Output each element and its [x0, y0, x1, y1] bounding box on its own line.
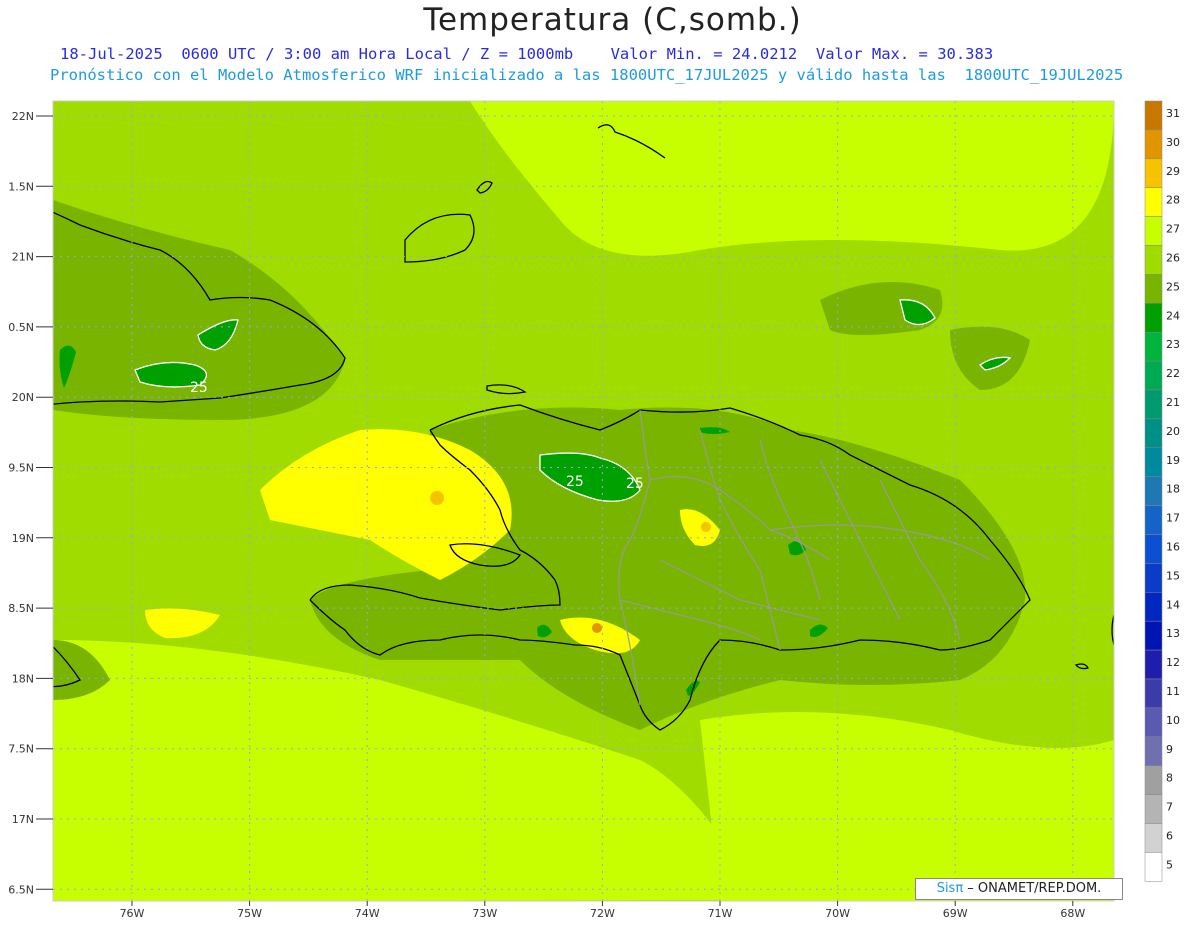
colorbar-label: 9 [1166, 743, 1173, 756]
temperature-field: 25 25 25 [53, 101, 1114, 901]
colorbar-swatch [1144, 620, 1163, 651]
lat-label: 19N [12, 532, 34, 545]
colorbar-label: 25 [1166, 280, 1180, 293]
colorbar-swatch [1144, 707, 1163, 738]
colorbar-label: 22 [1166, 367, 1180, 380]
colorbar-label: 7 [1166, 801, 1173, 814]
colorbar-swatch [1144, 563, 1163, 593]
contour-label-2: 25 [566, 474, 584, 490]
colorbar-label: 31 [1166, 107, 1180, 120]
lon-label: 76W [120, 907, 145, 920]
lon-label: 72W [590, 907, 615, 920]
colorbar-label: 23 [1166, 338, 1180, 351]
lat-label: 17N [12, 813, 34, 826]
colorbar-swatch [1144, 274, 1163, 304]
lat-label: 6.5N [8, 883, 34, 896]
colorbar-label: 5 [1166, 858, 1173, 871]
colorbar-label: 15 [1166, 569, 1180, 582]
lon-label: 75W [237, 907, 262, 920]
orange-spot-2 [592, 623, 602, 633]
colorbar-label: 12 [1166, 656, 1180, 669]
colorbar-label: 13 [1166, 627, 1180, 640]
lat-label: 7.5N [8, 743, 34, 756]
colorbar-swatch [1144, 360, 1163, 391]
colorbar-swatch [1144, 736, 1163, 766]
colorbar-label: 6 [1166, 830, 1173, 843]
colorbar-label: 10 [1166, 714, 1180, 727]
credit-box: Sisπ – ONAMET/REP.DOM. [915, 878, 1123, 900]
lat-label: 21N [12, 251, 34, 264]
colorbar-label: 29 [1166, 165, 1180, 178]
colorbar-swatch [1144, 100, 1163, 131]
colorbar-swatch [1144, 678, 1163, 709]
colorbar-swatch [1144, 129, 1163, 160]
colorbar-label: 28 [1166, 194, 1180, 207]
colorbar-swatch [1144, 158, 1163, 188]
colorbar-label: 16 [1166, 541, 1180, 554]
lon-label: 74W [355, 907, 380, 920]
lat-label: 18N [12, 672, 34, 685]
lat-label: 8.5N [8, 602, 34, 615]
longitude-labels: 76W 75W 74W 73W 72W 71W 70W 69W 68W [120, 901, 1085, 920]
colorbar-swatch [1144, 187, 1163, 217]
colorbar: 31 30 29 28 27 26 25 24 23 22 21 20 19 18 17 16 15 14 13 12… [1144, 100, 1180, 882]
colorbar-label: 30 [1166, 136, 1180, 149]
colorbar-swatch [1144, 476, 1163, 506]
colorbar-swatch [1144, 245, 1163, 275]
colorbar-label: 24 [1166, 309, 1180, 322]
colorbar-swatch [1144, 418, 1163, 449]
colorbar-swatch [1144, 331, 1163, 362]
colorbar-label: 26 [1166, 252, 1180, 265]
contour-label-3: 25 [626, 476, 644, 492]
credit-logo: Sisπ [936, 881, 964, 896]
lat-label: 22N [12, 110, 34, 123]
lat-label: 1.5N [8, 180, 34, 193]
lon-label: 73W [472, 907, 497, 920]
colorbar-swatch [1144, 794, 1163, 824]
colorbar-swatch [1144, 534, 1163, 564]
colorbar-swatch [1144, 505, 1163, 535]
colorbar-label: 18 [1166, 483, 1180, 496]
orange-spot-1 [430, 491, 444, 505]
colorbar-swatch [1144, 216, 1163, 246]
colorbar-swatch [1144, 303, 1163, 333]
colorbar-label: 14 [1166, 598, 1180, 611]
credit-text: – ONAMET/REP.DOM. [963, 881, 1102, 896]
colorbar-swatch [1144, 823, 1163, 853]
lon-label: 70W [825, 907, 850, 920]
latitude-labels: 22N 1.5N 21N 0.5N 20N 9.5N 19N 8.5N 18N 7.5N 17N 6.… [8, 110, 53, 896]
colorbar-label: 20 [1166, 425, 1180, 438]
lon-label: 69W [943, 907, 968, 920]
lat-label: 0.5N [8, 321, 34, 334]
lat-label: 20N [12, 391, 34, 404]
orange-spot-3 [701, 522, 711, 532]
colorbar-swatch [1144, 447, 1163, 477]
colorbar-label: 11 [1166, 685, 1180, 698]
forecast-map: 25 25 25 22N 1.5N 21N 0.5N 20N 9.5N 19N 8.5N 18N… [8, 100, 1180, 920]
colorbar-label: 19 [1166, 454, 1180, 467]
colorbar-swatch [1144, 765, 1163, 795]
contour-label-1: 25 [190, 380, 208, 396]
colorbar-swatch [1144, 649, 1163, 680]
colorbar-swatch [1144, 592, 1163, 622]
colorbar-label: 17 [1166, 512, 1180, 525]
colorbar-label: 27 [1166, 223, 1180, 236]
colorbar-label: 21 [1166, 396, 1180, 409]
colorbar-label: 8 [1166, 772, 1173, 785]
colorbar-swatch [1144, 852, 1163, 882]
lon-label: 71W [708, 907, 733, 920]
lat-label: 9.5N [8, 462, 34, 475]
colorbar-swatch [1144, 389, 1163, 420]
lon-label: 68W [1060, 907, 1085, 920]
